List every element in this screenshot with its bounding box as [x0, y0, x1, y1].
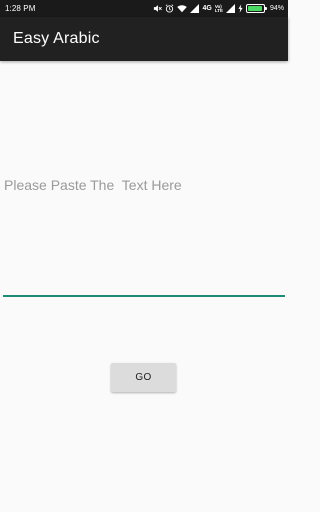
text-input[interactable]	[3, 100, 285, 296]
status-time: 1:28 PM	[5, 4, 36, 13]
battery-fill	[247, 6, 263, 11]
wifi-icon	[177, 4, 188, 13]
status-bar: 1:28 PM 4G Vo) LTE 94%	[0, 0, 288, 17]
network-type: 4G	[202, 5, 212, 12]
mute-icon	[153, 4, 163, 13]
status-icons: 4G Vo) LTE 94%	[153, 0, 284, 17]
screen: 1:28 PM 4G Vo) LTE 94% Easy Arabic Pleas…	[0, 0, 288, 512]
go-button[interactable]: GO	[111, 363, 176, 392]
text-input-container	[3, 100, 285, 298]
battery-percent: 94%	[269, 5, 284, 12]
charging-icon	[238, 4, 243, 13]
alarm-icon	[165, 4, 174, 13]
text-input-underline	[3, 295, 285, 297]
app-title: Easy Arabic	[13, 30, 100, 47]
signal-icon	[190, 4, 200, 13]
signal-icon	[225, 4, 235, 13]
battery-icon	[245, 4, 267, 13]
volte-indicator: Vo) LTE	[214, 3, 223, 13]
app-bar: Easy Arabic	[0, 17, 288, 61]
